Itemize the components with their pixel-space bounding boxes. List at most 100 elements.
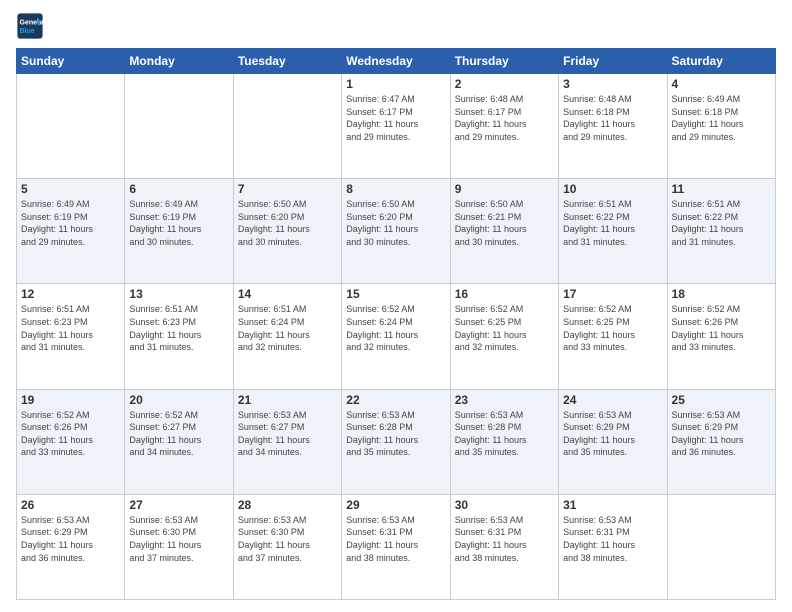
calendar-cell: 11 Sunrise: 6:51 AM Sunset: 6:22 PM Dayli… [667,179,775,284]
calendar-cell: 23 Sunrise: 6:53 AM Sunset: 6:28 PM Dayli… [450,389,558,494]
day-number: 4 [672,77,771,91]
calendar-cell: 21 Sunrise: 6:53 AM Sunset: 6:27 PM Dayli… [233,389,341,494]
calendar-cell: 16 Sunrise: 6:52 AM Sunset: 6:25 PM Dayli… [450,284,558,389]
day-number: 28 [238,498,337,512]
calendar-cell: 5 Sunrise: 6:49 AM Sunset: 6:19 PM Daylig… [17,179,125,284]
day-number: 1 [346,77,445,91]
calendar-table: SundayMondayTuesdayWednesdayThursdayFrid… [16,48,776,600]
calendar-cell: 3Sunrise: 6:48 AM Sunset: 6:18 PM Daylig… [559,74,667,179]
day-info: Sunrise: 6:51 AM Sunset: 6:23 PM Dayligh… [21,303,120,353]
day-header-sunday: Sunday [17,49,125,74]
day-info: Sunrise: 6:53 AM Sunset: 6:27 PM Dayligh… [238,409,337,459]
day-number: 10 [563,182,662,196]
day-info: Sunrise: 6:52 AM Sunset: 6:26 PM Dayligh… [672,303,771,353]
day-number: 15 [346,287,445,301]
day-number: 29 [346,498,445,512]
logo-icon: General Blue [16,12,44,40]
day-info: Sunrise: 6:52 AM Sunset: 6:25 PM Dayligh… [455,303,554,353]
calendar-cell: 2 Sunrise: 6:48 AM Sunset: 6:17 PM Daylig… [450,74,558,179]
svg-text:Blue: Blue [20,28,35,35]
day-info: Sunrise: 6:49 AM Sunset: 6:18 PM Dayligh… [672,93,771,143]
calendar-cell: 25 Sunrise: 6:53 AM Sunset: 6:29 PM Dayli… [667,389,775,494]
day-number: 12 [21,287,120,301]
calendar-cell: 10 Sunrise: 6:51 AM Sunset: 6:22 PM Dayli… [559,179,667,284]
calendar-cell: 28 Sunrise: 6:53 AM Sunset: 6:30 PM Dayli… [233,494,341,599]
day-number: 9 [455,182,554,196]
header: General Blue [16,12,776,40]
calendar-cell: 24Sunrise: 6:53 AM Sunset: 6:29 PM Dayli… [559,389,667,494]
calendar-cell: 30Sunrise: 6:53 AM Sunset: 6:31 PM Dayli… [450,494,558,599]
day-header-tuesday: Tuesday [233,49,341,74]
calendar-week-3: 12 Sunrise: 6:51 AM Sunset: 6:23 PM Dayli… [17,284,776,389]
day-info: Sunrise: 6:53 AM Sunset: 6:30 PM Dayligh… [238,514,337,564]
day-info: Sunrise: 6:50 AM Sunset: 6:21 PM Dayligh… [455,198,554,248]
day-info: Sunrise: 6:53 AM Sunset: 6:29 PM Dayligh… [672,409,771,459]
day-info: Sunrise: 6:49 AM Sunset: 6:19 PM Dayligh… [21,198,120,248]
day-info: Sunrise: 6:52 AM Sunset: 6:27 PM Dayligh… [129,409,228,459]
day-number: 23 [455,393,554,407]
calendar-cell: 15 Sunrise: 6:52 AM Sunset: 6:24 PM Dayli… [342,284,450,389]
day-header-saturday: Saturday [667,49,775,74]
calendar-cell: 6 Sunrise: 6:49 AM Sunset: 6:19 PM Daylig… [125,179,233,284]
day-info: Sunrise: 6:52 AM Sunset: 6:26 PM Dayligh… [21,409,120,459]
day-info: Sunrise: 6:53 AM Sunset: 6:31 PM Dayligh… [563,514,662,564]
calendar-cell: 22Sunrise: 6:53 AM Sunset: 6:28 PM Dayli… [342,389,450,494]
calendar-cell: 13Sunrise: 6:51 AM Sunset: 6:23 PM Dayli… [125,284,233,389]
day-info: Sunrise: 6:51 AM Sunset: 6:22 PM Dayligh… [563,198,662,248]
page: General Blue SundayMondayTuesdayWednesda… [0,0,792,612]
day-info: Sunrise: 6:52 AM Sunset: 6:25 PM Dayligh… [563,303,662,353]
calendar-cell: 17 Sunrise: 6:52 AM Sunset: 6:25 PM Dayli… [559,284,667,389]
day-number: 19 [21,393,120,407]
day-number: 7 [238,182,337,196]
calendar-cell: 18 Sunrise: 6:52 AM Sunset: 6:26 PM Dayli… [667,284,775,389]
logo: General Blue [16,12,48,40]
day-number: 2 [455,77,554,91]
day-number: 8 [346,182,445,196]
day-info: Sunrise: 6:53 AM Sunset: 6:28 PM Dayligh… [346,409,445,459]
calendar-cell [667,494,775,599]
calendar-week-2: 5 Sunrise: 6:49 AM Sunset: 6:19 PM Daylig… [17,179,776,284]
calendar-cell: 19 Sunrise: 6:52 AM Sunset: 6:26 PM Dayli… [17,389,125,494]
calendar-cell: 14Sunrise: 6:51 AM Sunset: 6:24 PM Dayli… [233,284,341,389]
day-info: Sunrise: 6:47 AM Sunset: 6:17 PM Dayligh… [346,93,445,143]
day-number: 30 [455,498,554,512]
day-number: 16 [455,287,554,301]
day-number: 25 [672,393,771,407]
calendar-cell: 31 Sunrise: 6:53 AM Sunset: 6:31 PM Dayli… [559,494,667,599]
calendar-cell: 1 Sunrise: 6:47 AM Sunset: 6:17 PM Daylig… [342,74,450,179]
day-info: Sunrise: 6:53 AM Sunset: 6:30 PM Dayligh… [129,514,228,564]
day-info: Sunrise: 6:49 AM Sunset: 6:19 PM Dayligh… [129,198,228,248]
day-number: 5 [21,182,120,196]
calendar-cell [17,74,125,179]
calendar-week-4: 19 Sunrise: 6:52 AM Sunset: 6:26 PM Dayli… [17,389,776,494]
calendar-cell: 7 Sunrise: 6:50 AM Sunset: 6:20 PM Daylig… [233,179,341,284]
calendar-cell: 8Sunrise: 6:50 AM Sunset: 6:20 PM Daylig… [342,179,450,284]
day-number: 6 [129,182,228,196]
day-info: Sunrise: 6:51 AM Sunset: 6:23 PM Dayligh… [129,303,228,353]
day-info: Sunrise: 6:53 AM Sunset: 6:31 PM Dayligh… [346,514,445,564]
calendar-week-1: 1 Sunrise: 6:47 AM Sunset: 6:17 PM Daylig… [17,74,776,179]
day-number: 26 [21,498,120,512]
day-info: Sunrise: 6:52 AM Sunset: 6:24 PM Dayligh… [346,303,445,353]
day-info: Sunrise: 6:53 AM Sunset: 6:29 PM Dayligh… [21,514,120,564]
day-info: Sunrise: 6:53 AM Sunset: 6:28 PM Dayligh… [455,409,554,459]
day-number: 11 [672,182,771,196]
day-info: Sunrise: 6:48 AM Sunset: 6:17 PM Dayligh… [455,93,554,143]
calendar-cell: 12 Sunrise: 6:51 AM Sunset: 6:23 PM Dayli… [17,284,125,389]
day-number: 31 [563,498,662,512]
day-number: 21 [238,393,337,407]
day-number: 20 [129,393,228,407]
day-info: Sunrise: 6:51 AM Sunset: 6:22 PM Dayligh… [672,198,771,248]
day-header-wednesday: Wednesday [342,49,450,74]
day-header-friday: Friday [559,49,667,74]
day-info: Sunrise: 6:50 AM Sunset: 6:20 PM Dayligh… [238,198,337,248]
day-number: 27 [129,498,228,512]
day-number: 17 [563,287,662,301]
calendar-cell: 26 Sunrise: 6:53 AM Sunset: 6:29 PM Dayli… [17,494,125,599]
calendar-week-5: 26 Sunrise: 6:53 AM Sunset: 6:29 PM Dayli… [17,494,776,599]
day-info: Sunrise: 6:53 AM Sunset: 6:29 PM Dayligh… [563,409,662,459]
calendar-cell: 27 Sunrise: 6:53 AM Sunset: 6:30 PM Dayli… [125,494,233,599]
day-info: Sunrise: 6:51 AM Sunset: 6:24 PM Dayligh… [238,303,337,353]
day-number: 18 [672,287,771,301]
calendar-cell: 29 Sunrise: 6:53 AM Sunset: 6:31 PM Dayli… [342,494,450,599]
